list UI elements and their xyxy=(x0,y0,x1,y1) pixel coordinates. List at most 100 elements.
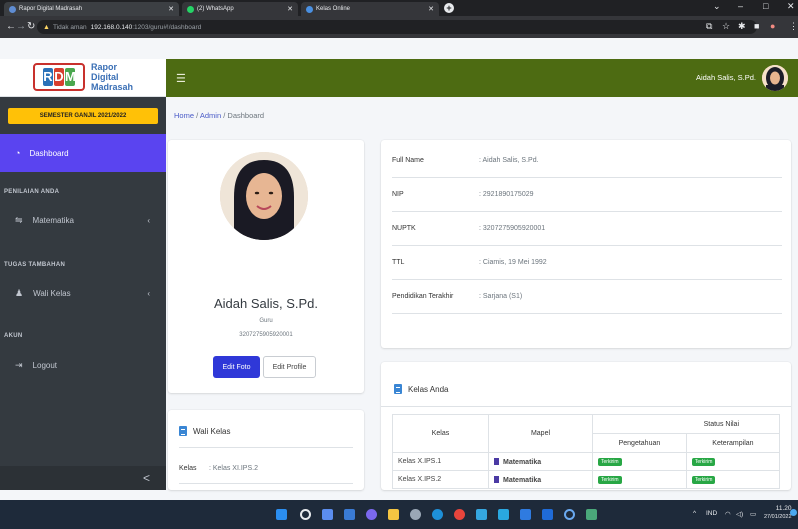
volume-icon[interactable]: ◁) xyxy=(736,510,743,518)
mapel-label: Matematika xyxy=(503,458,542,466)
edit-profile-button[interactable]: Edit Profile xyxy=(263,356,316,378)
detail-row-nip: NIP : 2921890175029 xyxy=(392,178,782,212)
column-header-kelas: Kelas xyxy=(392,414,489,453)
document-icon xyxy=(394,384,402,394)
whatsapp-favicon-icon xyxy=(187,5,194,13)
sidebar-section-akun: AKUN xyxy=(4,333,23,339)
forward-icon[interactable]: → xyxy=(16,21,26,32)
browser-tab-whatsapp[interactable]: (2) WhatsApp ✕ xyxy=(182,2,298,16)
table-row: Kelas X.IPS.1 Matematika Terkirim Terkir… xyxy=(392,452,781,471)
chevron-up-icon[interactable]: ^ xyxy=(693,510,696,517)
cell-kelas[interactable]: Kelas X.IPS.1 xyxy=(392,452,489,471)
url-path: :1203/guru#!/dashboard xyxy=(132,23,202,31)
profile-name: Aidah Salis, S.Pd. xyxy=(213,296,319,311)
clock[interactable]: 11.20 27/01/2022 xyxy=(764,505,792,521)
file-explorer-icon[interactable] xyxy=(388,509,399,520)
task-view-icon[interactable] xyxy=(322,509,333,520)
tab-title: Rapor Digital Madrasah xyxy=(19,6,83,12)
detail-value: : Ciamis, 19 Mei 1992 xyxy=(479,259,547,266)
detail-row-ttl: TTL : Ciamis, 19 Mei 1992 xyxy=(392,246,782,280)
detail-value: : 3207275905920001 xyxy=(479,225,546,232)
calendar-icon[interactable] xyxy=(520,509,531,520)
reload-icon[interactable]: ↻ xyxy=(27,21,35,32)
sidebar-item-logout[interactable]: ⇥ Logout xyxy=(0,353,166,377)
word-icon[interactable] xyxy=(542,509,553,520)
kelas-anda-card: Kelas Anda Kelas Mapel Status Nilai Peng… xyxy=(381,362,791,490)
sidebar-collapse-button[interactable]: < xyxy=(0,466,166,490)
wifi-icon[interactable]: ◠ xyxy=(725,510,731,518)
mapel-label: Matematika xyxy=(503,476,542,484)
breadcrumb-admin[interactable]: Admin xyxy=(200,111,221,120)
app-icon[interactable] xyxy=(498,509,509,520)
browser-menu-icon[interactable]: ⋮ xyxy=(789,21,798,32)
browser-tab-rapor[interactable]: Rapor Digital Madrasah ✕ xyxy=(4,2,179,16)
sidebar-item-dashboard[interactable]: ◔ Dashboard xyxy=(0,134,166,172)
wali-kelas-label: Kelas xyxy=(179,465,197,472)
bookmark-star-icon[interactable]: ☆ xyxy=(722,21,730,32)
store-icon[interactable] xyxy=(476,509,487,520)
wali-kelas-card: Wali Kelas Kelas : Kelas XI.IPS.2 xyxy=(168,410,364,490)
minimize-icon[interactable]: – xyxy=(738,1,743,11)
avatar[interactable] xyxy=(762,65,788,91)
settings-icon[interactable] xyxy=(410,509,421,520)
card-title: Kelas Anda xyxy=(408,384,449,394)
close-window-icon[interactable]: ✕ xyxy=(787,1,795,12)
chevron-left-icon: < xyxy=(142,471,150,485)
tab-strip-icon[interactable]: ■ xyxy=(754,21,759,31)
close-tab-icon[interactable]: ✕ xyxy=(428,5,434,13)
screen-share-icon[interactable]: ⧉ xyxy=(706,21,712,32)
windows-start-icon[interactable] xyxy=(276,509,287,520)
extensions-icon[interactable]: ✱ xyxy=(738,21,746,32)
search-icon[interactable] xyxy=(300,509,311,520)
tab-search-icon[interactable]: ⌄ xyxy=(713,1,721,12)
rapor-favicon-icon xyxy=(9,5,16,13)
detail-value: : Sarjana (S1) xyxy=(479,293,523,300)
close-tab-icon[interactable]: ✕ xyxy=(168,5,174,13)
brand-logo[interactable]: R D M Rapor Digital Madrasah xyxy=(0,59,166,97)
url-field[interactable]: ▲ Tidak aman 192.168.0.140 :1203/guru#!/… xyxy=(37,20,757,34)
cell-mapel[interactable]: Matematika xyxy=(488,452,593,471)
logo-letter-d: D xyxy=(54,68,64,86)
detail-row-full-name: Full Name : Aidah Salis, S.Pd. xyxy=(392,144,782,178)
sidebar-section-penilaian: PENILAIAN ANDA xyxy=(4,189,60,195)
edge-icon[interactable] xyxy=(432,509,443,520)
battery-icon[interactable]: ▭ xyxy=(750,510,756,518)
cell-mapel[interactable]: Matematika xyxy=(488,470,593,489)
back-icon[interactable]: ← xyxy=(6,21,16,32)
clock-date: 27/01/2022 xyxy=(764,514,792,520)
detail-label: NIP xyxy=(392,191,404,198)
user-name[interactable]: Aidah Salis, S.Pd. xyxy=(696,73,756,82)
sidebar-item-label: Matematika xyxy=(32,215,74,225)
widgets-icon[interactable] xyxy=(344,509,355,520)
brand-line-1: Rapor xyxy=(91,62,118,72)
edit-photo-button[interactable]: Edit Foto xyxy=(213,356,260,378)
detail-value: : Aidah Salis, S.Pd. xyxy=(479,157,539,164)
warning-icon: ▲ xyxy=(43,23,50,31)
chat-icon[interactable] xyxy=(366,509,377,520)
column-header-keterampilan: Keterampilan xyxy=(685,433,781,453)
sidebar-item-matematika[interactable]: ⇋ Matematika ‹ xyxy=(0,208,166,232)
maximize-icon[interactable]: □ xyxy=(763,1,768,11)
photos-icon[interactable] xyxy=(586,509,597,520)
chrome-icon[interactable] xyxy=(454,509,465,520)
tab-title: Kelas Online xyxy=(316,6,351,12)
menu-toggle-icon[interactable]: ☰ xyxy=(176,72,186,85)
cell-kelas[interactable]: Kelas X.IPS.2 xyxy=(392,470,489,489)
top-navbar: ☰ Aidah Salis, S.Pd. xyxy=(166,59,798,97)
cortana-icon[interactable] xyxy=(564,509,575,520)
detail-label: Full Name xyxy=(392,157,424,164)
wali-kelas-value: : Kelas XI.IPS.2 xyxy=(208,465,258,472)
profile-icon[interactable]: ● xyxy=(770,21,775,31)
logo-letter-m: M xyxy=(65,68,76,86)
sidebar-item-wali-kelas[interactable]: ♟ Wali Kelas ‹ xyxy=(0,281,166,305)
close-tab-icon[interactable]: ✕ xyxy=(287,5,293,13)
language-indicator[interactable]: IND xyxy=(706,510,717,517)
new-tab-icon[interactable]: + xyxy=(444,3,454,13)
divider xyxy=(179,447,353,448)
divider xyxy=(179,483,353,484)
browser-tab-kelas-online[interactable]: Kelas Online ✕ xyxy=(301,2,439,16)
security-label: Tidak aman xyxy=(52,23,87,31)
breadcrumb-home[interactable]: Home xyxy=(174,111,194,120)
chevron-left-icon: ‹ xyxy=(147,288,150,298)
notification-icon[interactable] xyxy=(790,509,797,516)
